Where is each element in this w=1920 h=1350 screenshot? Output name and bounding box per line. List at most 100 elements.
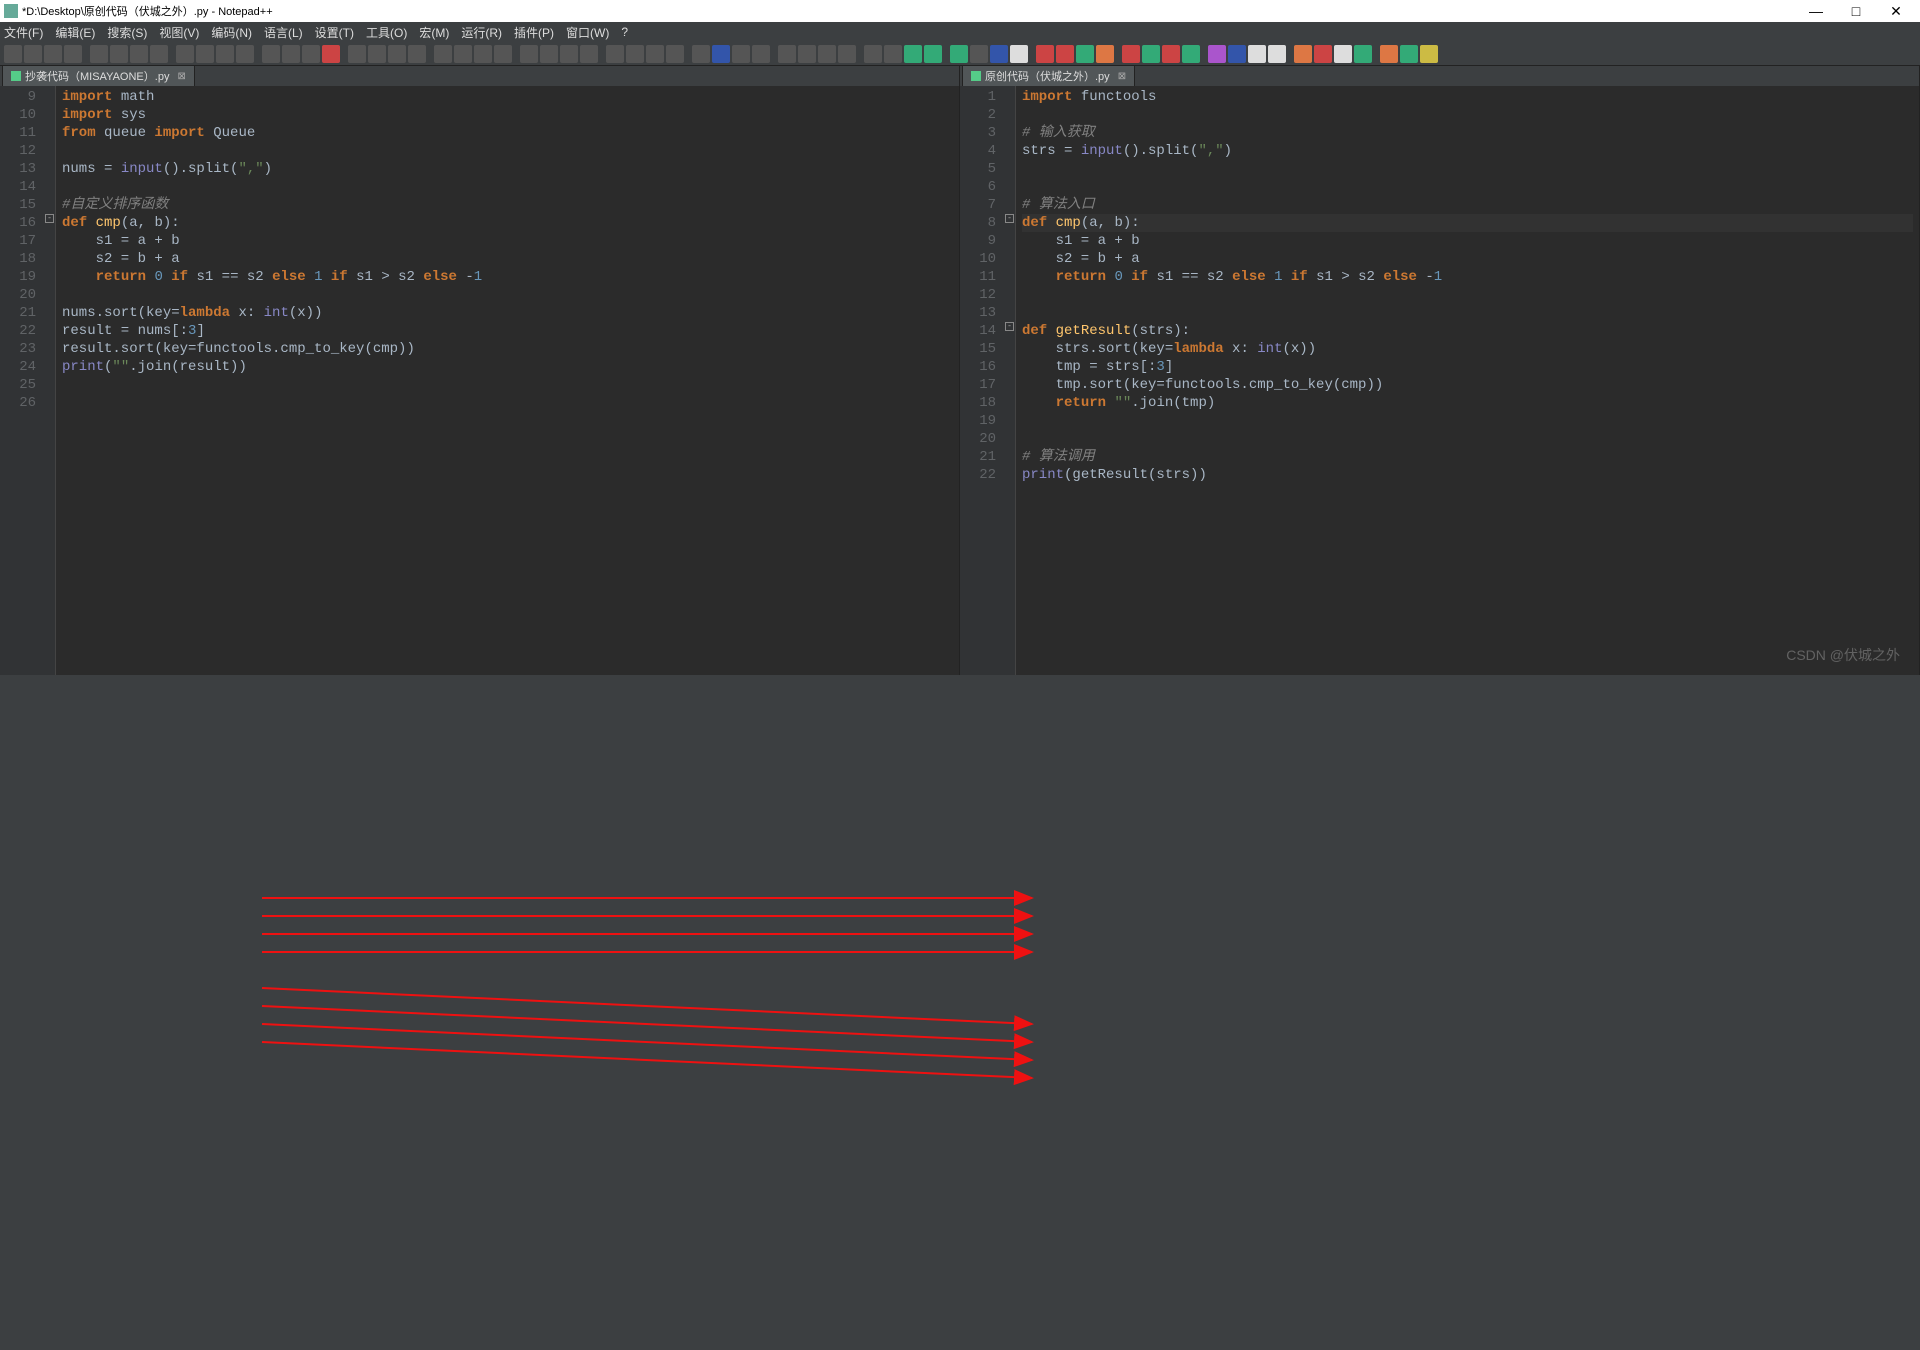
toolbar-button[interactable] — [1182, 45, 1200, 63]
right-editor[interactable]: 12345678910111213141516171819202122 -- i… — [960, 86, 1919, 675]
toolbar-button[interactable] — [494, 45, 512, 63]
code-line[interactable] — [1022, 160, 1913, 178]
code-line[interactable] — [1022, 106, 1913, 124]
menu-item[interactable]: 运行(R) — [461, 24, 502, 41]
code-line[interactable] — [1022, 430, 1913, 448]
code-line[interactable]: return "".join(tmp) — [1022, 394, 1913, 412]
code-line[interactable] — [62, 286, 953, 304]
toolbar-button[interactable] — [580, 45, 598, 63]
menu-item[interactable]: 宏(M) — [419, 24, 449, 41]
toolbar-button[interactable] — [408, 45, 426, 63]
right-code[interactable]: import functools # 输入获取strs = input().sp… — [1016, 86, 1919, 675]
toolbar-button[interactable] — [1122, 45, 1140, 63]
toolbar-button[interactable] — [282, 45, 300, 63]
code-line[interactable]: return 0 if s1 == s2 else 1 if s1 > s2 e… — [1022, 268, 1913, 286]
code-line[interactable]: from queue import Queue — [62, 124, 953, 142]
code-line[interactable]: #自定义排序函数 — [62, 196, 953, 214]
close-icon[interactable]: ⊠ — [1118, 71, 1126, 82]
toolbar-button[interactable] — [666, 45, 684, 63]
toolbar-button[interactable] — [1420, 45, 1438, 63]
code-line[interactable] — [62, 376, 953, 394]
code-line[interactable]: s1 = a + b — [62, 232, 953, 250]
toolbar-button[interactable] — [990, 45, 1008, 63]
code-line[interactable]: tmp = strs[:3] — [1022, 358, 1913, 376]
code-line[interactable]: tmp.sort(key=functools.cmp_to_key(cmp)) — [1022, 376, 1913, 394]
left-tab[interactable]: 抄袭代码（MISAYAONE）.py ⊠ — [2, 65, 195, 86]
toolbar-button[interactable] — [606, 45, 624, 63]
menu-item[interactable]: 设置(T) — [315, 24, 354, 41]
toolbar-button[interactable] — [348, 45, 366, 63]
code-line[interactable]: s2 = b + a — [1022, 250, 1913, 268]
toolbar-button[interactable] — [752, 45, 770, 63]
code-line[interactable]: import math — [62, 88, 953, 106]
toolbar-button[interactable] — [196, 45, 214, 63]
code-line[interactable]: def getResult(strs): — [1022, 322, 1913, 340]
toolbar-button[interactable] — [1294, 45, 1312, 63]
toolbar-button[interactable] — [520, 45, 538, 63]
menu-item[interactable]: 编辑(E) — [55, 24, 95, 41]
menu-item[interactable]: 插件(P) — [514, 24, 554, 41]
code-line[interactable]: strs = input().split(",") — [1022, 142, 1913, 160]
code-line[interactable]: import functools — [1022, 88, 1913, 106]
toolbar-button[interactable] — [778, 45, 796, 63]
toolbar-button[interactable] — [692, 45, 710, 63]
menu-item[interactable]: 视图(V) — [159, 24, 199, 41]
code-line[interactable]: print(getResult(strs)) — [1022, 466, 1913, 484]
toolbar-button[interactable] — [368, 45, 386, 63]
code-line[interactable]: nums = input().split(",") — [62, 160, 953, 178]
toolbar-button[interactable] — [262, 45, 280, 63]
toolbar-button[interactable] — [798, 45, 816, 63]
toolbar-button[interactable] — [864, 45, 882, 63]
code-line[interactable]: s2 = b + a — [62, 250, 953, 268]
toolbar-button[interactable] — [44, 45, 62, 63]
toolbar-button[interactable] — [1142, 45, 1160, 63]
toolbar-button[interactable] — [950, 45, 968, 63]
minimize-button[interactable]: — — [1796, 3, 1836, 19]
code-line[interactable]: return 0 if s1 == s2 else 1 if s1 > s2 e… — [62, 268, 953, 286]
right-tab[interactable]: 原创代码（伏城之外）.py ⊠ — [962, 65, 1135, 86]
toolbar-button[interactable] — [176, 45, 194, 63]
toolbar-button[interactable] — [110, 45, 128, 63]
toolbar-button[interactable] — [970, 45, 988, 63]
toolbar-button[interactable] — [24, 45, 42, 63]
code-line[interactable]: nums.sort(key=lambda x: int(x)) — [62, 304, 953, 322]
code-line[interactable] — [1022, 178, 1913, 196]
fold-icon[interactable]: - — [45, 214, 54, 223]
toolbar-button[interactable] — [1334, 45, 1352, 63]
toolbar-button[interactable] — [322, 45, 340, 63]
code-line[interactable]: s1 = a + b — [1022, 232, 1913, 250]
toolbar-button[interactable] — [1010, 45, 1028, 63]
code-line[interactable]: result.sort(key=functools.cmp_to_key(cmp… — [62, 340, 953, 358]
close-icon[interactable]: ⊠ — [177, 71, 185, 82]
toolbar-button[interactable] — [388, 45, 406, 63]
toolbar-button[interactable] — [626, 45, 644, 63]
toolbar-button[interactable] — [904, 45, 922, 63]
code-line[interactable]: print("".join(result)) — [62, 358, 953, 376]
code-line[interactable] — [1022, 304, 1913, 322]
toolbar-button[interactable] — [434, 45, 452, 63]
menu-item[interactable]: 语言(L) — [264, 24, 303, 41]
code-line[interactable]: # 算法入口 — [1022, 196, 1913, 214]
toolbar-button[interactable] — [1096, 45, 1114, 63]
toolbar-button[interactable] — [924, 45, 942, 63]
code-line[interactable]: import sys — [62, 106, 953, 124]
code-line[interactable]: # 输入获取 — [1022, 124, 1913, 142]
toolbar-button[interactable] — [474, 45, 492, 63]
maximize-button[interactable]: □ — [1836, 3, 1876, 19]
toolbar-button[interactable] — [1268, 45, 1286, 63]
code-line[interactable]: result = nums[:3] — [62, 322, 953, 340]
menu-item[interactable]: 窗口(W) — [566, 24, 609, 41]
toolbar-button[interactable] — [454, 45, 472, 63]
code-line[interactable]: def cmp(a, b): — [62, 214, 953, 232]
code-line[interactable] — [62, 394, 953, 412]
left-editor[interactable]: 91011121314151617181920212223242526 - im… — [0, 86, 959, 675]
toolbar-button[interactable] — [1208, 45, 1226, 63]
toolbar-button[interactable] — [130, 45, 148, 63]
toolbar-button[interactable] — [1248, 45, 1266, 63]
toolbar-button[interactable] — [1354, 45, 1372, 63]
left-code[interactable]: import mathimport sysfrom queue import Q… — [56, 86, 959, 675]
toolbar-button[interactable] — [884, 45, 902, 63]
toolbar-button[interactable] — [236, 45, 254, 63]
toolbar-button[interactable] — [1314, 45, 1332, 63]
toolbar-button[interactable] — [1400, 45, 1418, 63]
